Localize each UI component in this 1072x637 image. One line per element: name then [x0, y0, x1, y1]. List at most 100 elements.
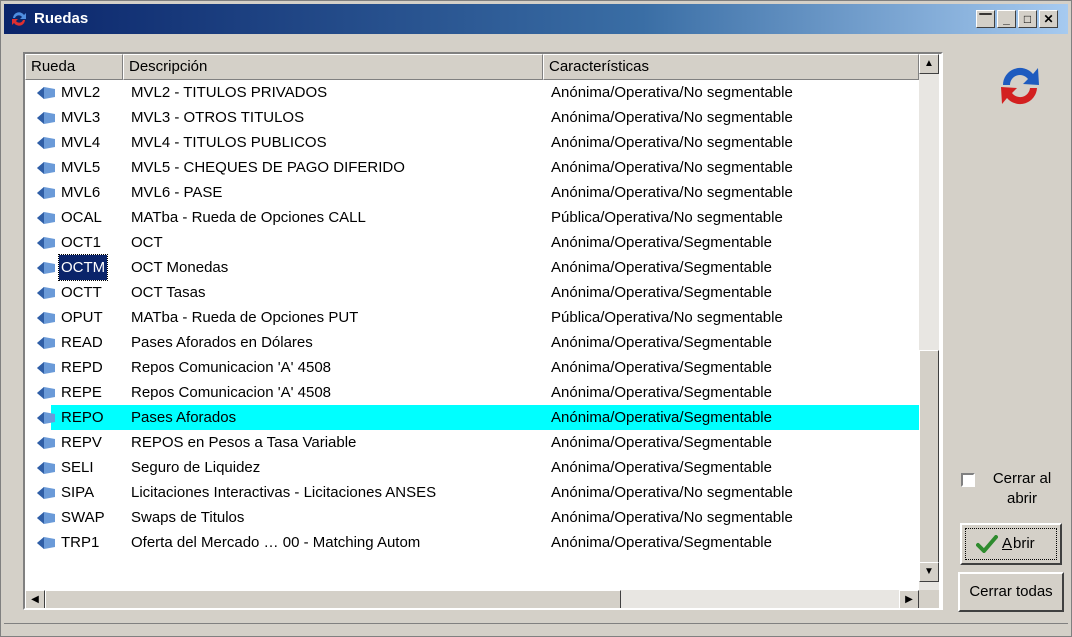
abrir-button[interactable]: A brir — [960, 523, 1062, 565]
vertical-scroll-thumb[interactable] — [919, 350, 939, 568]
arrow-left-icon: ◀ — [31, 594, 39, 605]
table-row[interactable]: REPD Repos Comunicacion 'A' 4508 Anónima/O… — [25, 355, 919, 380]
table-row[interactable]: SELI Seguro de Liquidez Anónima/Operativa/… — [25, 455, 919, 480]
diamond-bullet-icon — [37, 362, 55, 374]
table-row[interactable]: OCTM OCT Monedas Anónima/Operativa/Segment… — [25, 254, 919, 281]
grid-rows: MVL2 MVL2 - TITULOS PRIVADOS Anónima/Opera… — [25, 80, 919, 590]
column-header-caracteristicas[interactable]: Características — [543, 54, 919, 80]
table-row[interactable]: MVL2 MVL2 - TITULOS PRIVADOS Anónima/Opera… — [25, 80, 919, 105]
minimize-button[interactable]: _ — [997, 10, 1016, 28]
row-code: OPUT — [61, 309, 103, 326]
row-code: MVL6 — [61, 184, 101, 201]
diamond-bullet-icon — [37, 237, 55, 249]
table-row[interactable]: MVL3 MVL3 - OTROS TITULOS Anónima/Operativ… — [25, 105, 919, 130]
row-description: Repos Comunicacion 'A' 4508 — [131, 359, 332, 376]
table-row[interactable]: READ Pases Aforados en Dólares Anónima/Ope… — [25, 330, 919, 355]
row-description: MVL3 - OTROS TITULOS — [131, 109, 305, 126]
table-row[interactable]: REPV REPOS en Pesos a Tasa Variable Anónim… — [25, 430, 919, 455]
column-header-descripcion[interactable]: Descripción — [123, 54, 543, 80]
cerrar-todas-button[interactable]: Cerrar todas — [958, 572, 1064, 612]
row-code: OCT1 — [61, 234, 102, 251]
row-description: Pases Aforados — [131, 409, 237, 426]
row-characteristics: Anónima/Operativa/Segmentable — [551, 234, 772, 251]
minimize-icon: _ — [1003, 12, 1010, 26]
diamond-bullet-icon — [37, 312, 55, 324]
row-code: OCTT — [61, 284, 102, 301]
row-characteristics: Pública/Operativa/No segmentable — [551, 209, 783, 226]
row-description: Licitaciones Interactivas - Licitaciones… — [131, 484, 437, 501]
table-row[interactable]: MVL6 MVL6 - PASE Anónima/Operativa/No segm… — [25, 180, 919, 205]
row-characteristics: Anónima/Operativa/No segmentable — [551, 484, 793, 501]
row-description: MVL5 - CHEQUES DE PAGO DIFERIDO — [131, 159, 405, 176]
ruedas-grid[interactable]: Rueda Descripción Características MVL2 MV… — [23, 52, 943, 610]
horizontal-scrollbar[interactable]: ◀ ▶ — [25, 590, 939, 608]
row-characteristics: Anónima/Operativa/Segmentable — [551, 384, 772, 401]
row-code: SELI — [61, 459, 94, 476]
close-icon: ✕ — [1043, 12, 1054, 26]
ruedas-app-icon — [12, 12, 26, 26]
row-description: MVL4 - TITULOS PUBLICOS — [131, 134, 327, 151]
arrow-down-icon: ▼ — [924, 566, 934, 577]
maximize-icon: □ — [1023, 12, 1032, 26]
table-row[interactable]: MVL4 MVL4 - TITULOS PUBLICOS Anónima/Opera… — [25, 130, 919, 155]
exchange-arrows-icon — [1001, 67, 1039, 105]
table-row[interactable]: MVL5 MVL5 - CHEQUES DE PAGO DIFERIDO Anóni… — [25, 155, 919, 180]
row-characteristics: Pública/Operativa/No segmentable — [551, 309, 783, 326]
row-description: Oferta del Mercado … 00 - Matching Autom — [131, 534, 421, 551]
row-code: OCTM — [57, 254, 109, 281]
row-description: MVL6 - PASE — [131, 184, 223, 201]
table-row[interactable]: OCAL MATba - Rueda de Opciones CALL Públic… — [25, 205, 919, 230]
restore-button[interactable]: ⎺ — [976, 10, 995, 28]
vertical-scrollbar[interactable]: ▲ ▼ — [919, 54, 939, 590]
table-row[interactable]: SWAP Swaps de Titulos Anónima/Operativa/No… — [25, 505, 919, 530]
scrollbar-corner — [919, 590, 939, 608]
arrow-right-icon: ▶ — [905, 594, 913, 605]
row-description: OCT Monedas — [131, 259, 229, 276]
row-code: REPV — [61, 434, 102, 451]
table-row[interactable]: OCT1 OCT Anónima/Operativa/Segmentable — [25, 230, 919, 255]
scroll-right-button[interactable]: ▶ — [899, 590, 919, 608]
maximize-button[interactable]: □ — [1018, 10, 1037, 28]
table-row[interactable]: OPUT MATba - Rueda de Opciones PUT Pública… — [25, 305, 919, 330]
column-header-rueda[interactable]: Rueda — [25, 54, 123, 80]
row-code: REPO — [61, 409, 104, 426]
ruedas-window: Ruedas ⎺ _ □ ✕ Rueda Descripción Caracte… — [0, 0, 1072, 637]
row-description: MATba - Rueda de Opciones PUT — [131, 309, 359, 326]
row-characteristics: Anónima/Operativa/No segmentable — [551, 159, 793, 176]
diamond-bullet-icon — [37, 287, 55, 299]
diamond-bullet-icon — [37, 512, 55, 524]
diamond-bullet-icon — [37, 337, 55, 349]
row-characteristics: Anónima/Operativa/Segmentable — [551, 409, 772, 426]
table-row[interactable]: REPO Pases Aforados Anónima/Operativa/Segm… — [25, 405, 919, 430]
table-row[interactable]: SIPA Licitaciones Interactivas - Licitaci… — [25, 480, 919, 505]
row-code: TRP1 — [61, 534, 100, 551]
scroll-up-button[interactable]: ▲ — [919, 54, 939, 74]
status-bar — [4, 623, 1068, 634]
row-description: Swaps de Titulos — [131, 509, 245, 526]
diamond-bullet-icon — [37, 162, 55, 174]
row-characteristics: Anónima/Operativa/No segmentable — [551, 134, 793, 151]
row-description: Pases Aforados en Dólares — [131, 334, 313, 351]
row-code: SWAP — [61, 509, 105, 526]
abrir-accel: A — [1002, 535, 1013, 552]
row-characteristics: Anónima/Operativa/Segmentable — [551, 434, 772, 451]
table-row[interactable]: OCTT OCT Tasas Anónima/Operativa/Segmentab… — [25, 280, 919, 305]
cerrar-al-abrir-checkbox[interactable] — [961, 473, 975, 487]
row-characteristics: Anónima/Operativa/Segmentable — [551, 459, 772, 476]
close-button[interactable]: ✕ — [1039, 10, 1058, 28]
scroll-left-button[interactable]: ◀ — [25, 590, 45, 608]
cerrar-al-abrir-label: Cerrar al abrir — [981, 469, 1063, 509]
row-description: Seguro de Liquidez — [131, 459, 261, 476]
diamond-bullet-icon — [37, 387, 55, 399]
diamond-bullet-icon — [37, 112, 55, 124]
row-description: Repos Comunicacion 'A' 4508 — [131, 384, 332, 401]
title-bar[interactable]: Ruedas ⎺ _ □ ✕ — [4, 4, 1068, 34]
row-characteristics: Anónima/Operativa/Segmentable — [551, 284, 772, 301]
diamond-bullet-icon — [37, 487, 55, 499]
row-code: MVL2 — [61, 84, 101, 101]
scroll-down-button[interactable]: ▼ — [919, 562, 939, 582]
diamond-bullet-icon — [37, 537, 55, 549]
horizontal-scroll-thumb[interactable] — [45, 590, 621, 608]
table-row[interactable]: REPE Repos Comunicacion 'A' 4508 Anónima/O… — [25, 380, 919, 405]
table-row[interactable]: TRP1 Oferta del Mercado … 00 - Matching A… — [25, 530, 919, 555]
